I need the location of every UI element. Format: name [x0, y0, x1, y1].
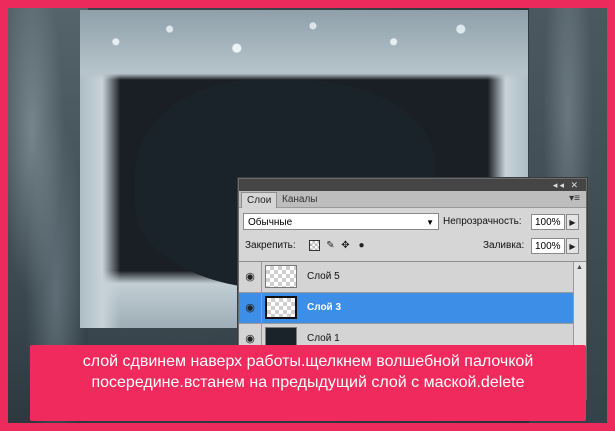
blend-mode-value: Обычные — [248, 217, 293, 228]
instruction-text: слой сдвинем наверх работы.щелкнем волше… — [82, 353, 534, 391]
layer-row-3[interactable]: ◉ Слой 3 — [239, 293, 574, 324]
layer-thumbnail — [265, 265, 297, 288]
instruction-banner: слой сдвинем наверх работы.щелкнем волше… — [30, 345, 586, 421]
fill-input[interactable]: 100% — [531, 238, 565, 254]
layer-name: Слой 3 — [307, 302, 342, 313]
fill-label: Заливка: — [483, 240, 525, 251]
lock-fill-row: Закрепить: ✎ ✥ ● Заливка: 100% ▶ — [243, 237, 582, 257]
lock-label: Закрепить: — [245, 240, 296, 251]
scroll-up-icon[interactable]: ▲ — [576, 264, 583, 271]
lock-all-padlock-icon[interactable]: ● — [356, 240, 367, 251]
blend-opacity-row: Обычные ▼ Непрозрачность: 100% ▶ — [243, 211, 582, 233]
tab-channels[interactable]: Каналы — [277, 192, 323, 207]
lock-position-move-icon[interactable]: ✥ — [340, 240, 351, 251]
blend-mode-select[interactable]: Обычные ▼ — [243, 213, 439, 230]
panel-menu-icon[interactable]: ▾≡ — [569, 193, 580, 204]
panel-titlebar: ◂◂ ✕ — [239, 179, 586, 191]
layer-thumbnail — [265, 296, 297, 319]
eye-visibility-icon[interactable]: ◉ — [239, 293, 262, 323]
opacity-input[interactable]: 100% — [531, 214, 565, 230]
panel-collapse-close-buttons[interactable]: ◂◂ ✕ — [553, 180, 580, 190]
panel-tabs: Слои Каналы ▾≡ — [239, 191, 586, 208]
opacity-stepper-icon[interactable]: ▶ — [566, 214, 579, 230]
chevron-down-icon: ▼ — [426, 218, 434, 227]
layer-row-5[interactable]: ◉ Слой 5 — [239, 262, 574, 293]
opacity-label: Непрозрачность: — [443, 216, 522, 227]
fill-stepper-icon[interactable]: ▶ — [566, 238, 579, 254]
lock-transparency-icon[interactable] — [309, 240, 320, 251]
lock-pixels-brush-icon[interactable]: ✎ — [325, 240, 336, 251]
eye-visibility-icon[interactable]: ◉ — [239, 262, 262, 292]
tab-layers[interactable]: Слои — [241, 192, 278, 208]
layer-name: Слой 5 — [307, 271, 340, 282]
